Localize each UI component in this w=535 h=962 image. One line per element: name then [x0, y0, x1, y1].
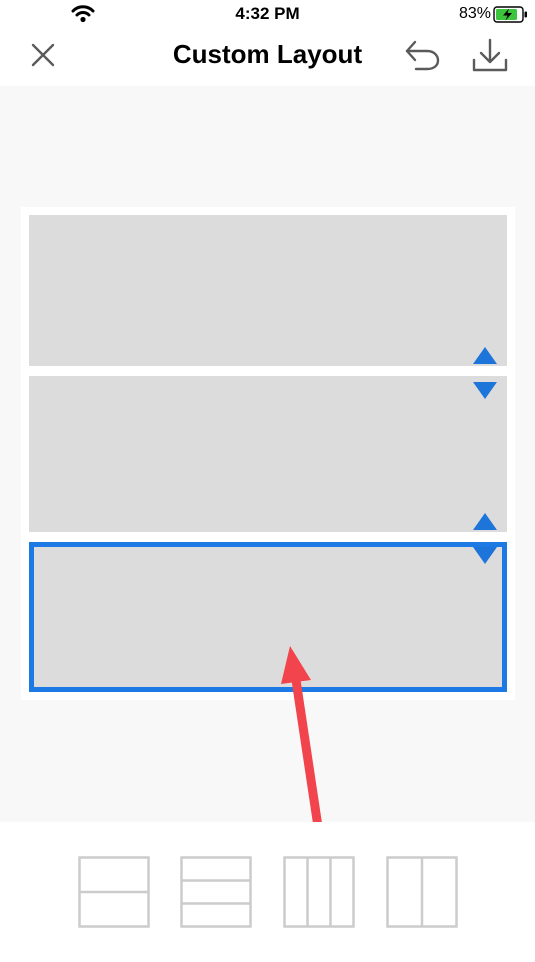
download-icon[interactable]: [471, 37, 509, 73]
status-bar: 4:32 PM 83%: [0, 0, 535, 28]
divider-2-down-arrow-icon[interactable]: [473, 547, 497, 564]
two-rows-layout-icon[interactable]: [78, 856, 150, 928]
layout-frame: [21, 207, 515, 700]
three-rows-layout-icon[interactable]: [180, 856, 252, 928]
layout-panel-1[interactable]: [29, 215, 507, 366]
page-title: Custom Layout: [172, 39, 363, 69]
battery-percent: 83%: [458, 5, 491, 22]
layout-canvas: [0, 86, 535, 822]
layout-panel-2[interactable]: [29, 376, 507, 532]
divider-2-up-arrow-icon[interactable]: [473, 513, 497, 530]
undo-icon[interactable]: [403, 38, 441, 72]
two-columns-layout-icon[interactable]: [386, 856, 458, 928]
status-time: 4:32 PM: [235, 4, 300, 23]
layout-options-toolbar: [0, 822, 535, 962]
battery-charging-icon: [493, 6, 527, 23]
three-columns-layout-icon[interactable]: [283, 856, 355, 928]
layout-panel-3-selected[interactable]: [29, 542, 507, 692]
nav-bar: Custom Layout: [0, 28, 535, 86]
divider-1-up-arrow-icon[interactable]: [473, 347, 497, 364]
divider-1-down-arrow-icon[interactable]: [473, 382, 497, 399]
